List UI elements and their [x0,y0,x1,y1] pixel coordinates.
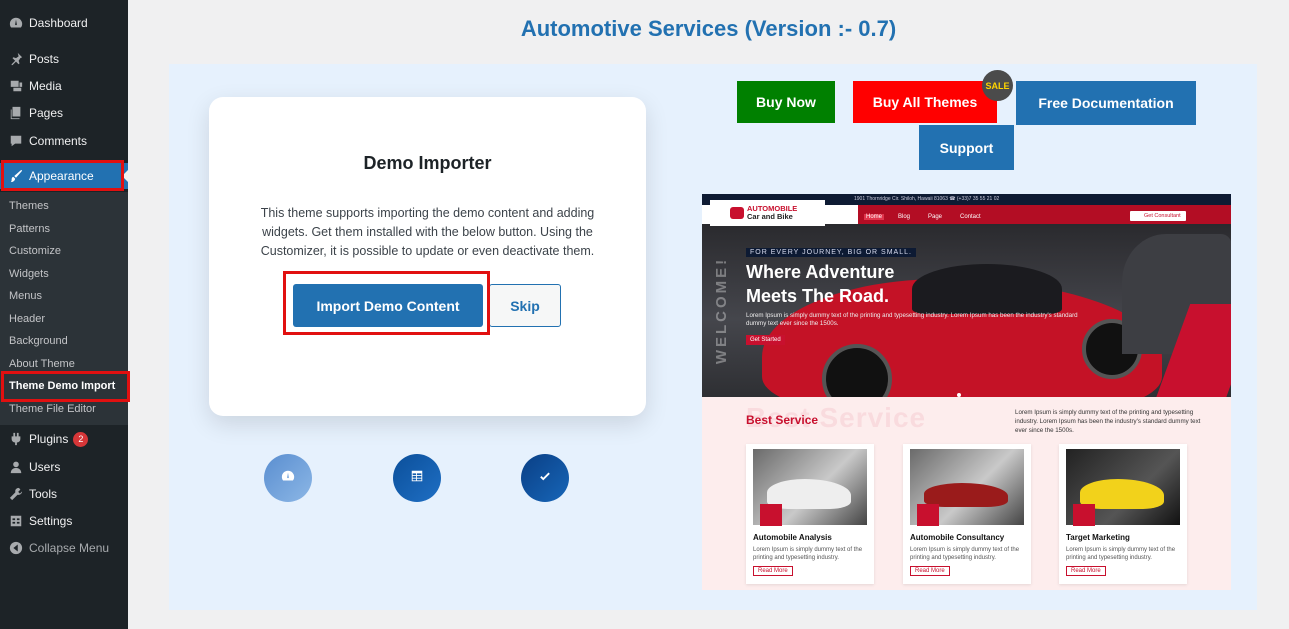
table-icon [410,469,424,488]
collapse-icon [8,541,23,556]
preview-hero-title: Where Adventure Meets The Road. [746,262,895,306]
sidebar-item-tools[interactable]: Tools [0,481,128,507]
service-text: Lorem Ipsum is simply dummy text of the … [1066,547,1176,561]
step-indicator-3 [521,454,569,502]
service-icon [917,504,939,526]
dashboard-icon [281,469,295,488]
step-indicator-2 [393,454,441,502]
card-description: This theme supports importing the demo c… [260,206,595,258]
sidebar-item-label: Settings [29,514,73,528]
preview-section-text: Lorem Ipsum is simply dummy text of the … [1015,409,1201,434]
preview-logo: AUTOMOBILE Car and Bike [710,200,825,226]
service-read-more: Read More [910,566,950,576]
preview-hero-text: Lorem Ipsum is simply dummy text of the … [746,312,1078,327]
submenu-about-theme[interactable]: About Theme [9,358,75,370]
buy-all-themes-button[interactable]: Buy All Themes [853,81,997,123]
preview-service-card: Automobile Consultancy Lorem Ipsum is si… [903,444,1031,584]
preview-service-card: Target Marketing Lorem Ipsum is simply d… [1059,444,1187,584]
sidebar-item-label: Appearance [29,169,94,183]
sidebar-item-posts[interactable]: Posts [0,46,128,72]
submenu-themes[interactable]: Themes [9,200,49,212]
demo-importer-card: Demo Importer This theme supports import… [209,97,646,416]
pages-icon [8,106,23,121]
sidebar-item-label: Tools [29,487,58,501]
service-icon [1073,504,1095,526]
admin-sidebar: Dashboard Posts Media Pages Comments App… [0,0,130,629]
user-icon [8,460,23,475]
step-indicator-1 [264,454,312,502]
sidebar-item-label: Pages [29,106,64,120]
sidebar-item-label: Comments [29,134,88,148]
sidebar-item-appearance[interactable]: Appearance [0,163,128,189]
collapse-menu-button[interactable]: Collapse Menu [0,535,128,561]
submenu-widgets[interactable]: Widgets [9,268,49,280]
card-heading: Demo Importer [363,153,492,173]
logo-line2: Car and Bike [747,212,793,221]
preview-consult-button: Get Consultant [1130,211,1186,221]
preview-section-title: Best Service [746,413,819,427]
sidebar-item-users[interactable]: Users [0,454,128,480]
sidebar-item-comments[interactable]: Comments [0,128,128,154]
submenu-theme-demo-import[interactable]: Theme Demo Import [9,380,115,392]
preview-hero-button: Get Started [746,335,785,345]
sidebar-item-settings[interactable]: Settings [0,508,128,534]
theme-preview-screenshot: 1901 Thornridge Cir. Shiloh, Hawaii 8106… [702,194,1231,590]
sidebar-item-media[interactable]: Media [0,73,128,99]
service-text: Lorem Ipsum is simply dummy text of the … [910,547,1020,561]
preview-service-card: Automobile Analysis Lorem Ipsum is simpl… [746,444,874,584]
service-read-more: Read More [1066,566,1106,576]
appearance-submenu: Themes Patterns Customize Widgets Menus … [0,192,128,425]
wrench-icon [8,487,23,502]
service-icon [760,504,782,526]
service-title: Automobile Analysis [753,533,832,542]
service-title: Target Marketing [1066,533,1130,542]
sidebar-item-label: Plugins [29,432,69,446]
sidebar-item-label: Media [29,79,62,93]
preview-welcome-vertical: WELCOME! [713,256,731,365]
comment-icon [8,134,23,149]
sidebar-item-label: Users [29,460,61,474]
preview-tagline: FOR EVERY JOURNEY, BIG OR SMALL. [746,248,916,257]
service-read-more: Read More [753,566,793,576]
submenu-menus[interactable]: Menus [9,290,42,302]
sidebar-item-pages[interactable]: Pages [0,100,128,126]
skip-button[interactable]: Skip [489,284,561,327]
preview-nav-page: Page [928,214,943,220]
submenu-patterns[interactable]: Patterns [9,223,50,235]
check-icon [538,469,552,488]
preview-nav-contact: Contact [960,214,981,220]
preview-slider-dots [957,384,971,397]
submenu-theme-file-editor[interactable]: Theme File Editor [9,403,96,415]
pin-icon [8,52,23,67]
service-title: Automobile Consultancy [910,533,1005,542]
car-logo-icon [730,207,744,219]
dashboard-icon [8,16,23,31]
sidebar-item-label: Collapse Menu [29,541,110,555]
sidebar-item-label: Dashboard [29,16,88,30]
media-icon [8,79,23,94]
import-demo-content-button[interactable]: Import Demo Content [293,284,483,327]
buy-now-button[interactable]: Buy Now [737,81,835,123]
sale-badge: SALE [982,70,1013,101]
free-documentation-button[interactable]: Free Documentation [1016,81,1196,125]
preview-nav-home: Home [864,214,885,220]
preview-contact: 1901 Thornridge Cir. Shiloh, Hawaii 8106… [854,196,1000,202]
page-title: Automotive Services (Version :- 0.7) [520,16,897,41]
support-button[interactable]: Support [919,125,1014,170]
settings-icon [8,514,23,529]
sidebar-item-dashboard[interactable]: Dashboard [0,10,128,36]
sidebar-item-plugins[interactable]: Plugins 2 [0,426,128,452]
current-menu-arrow [122,170,128,182]
submenu-customize[interactable]: Customize [9,245,61,257]
submenu-background[interactable]: Background [9,335,68,347]
submenu-header[interactable]: Header [9,313,45,325]
plugin-icon [8,432,23,447]
preview-hero: WELCOME! FOR EVERY JOURNEY, BIG OR SMALL… [702,224,1231,397]
sidebar-item-label: Posts [29,52,60,66]
update-count-badge: 2 [73,431,89,447]
preview-nav-blog: Blog [898,214,911,220]
brush-icon [8,169,23,184]
service-text: Lorem Ipsum is simply dummy text of the … [753,547,863,561]
